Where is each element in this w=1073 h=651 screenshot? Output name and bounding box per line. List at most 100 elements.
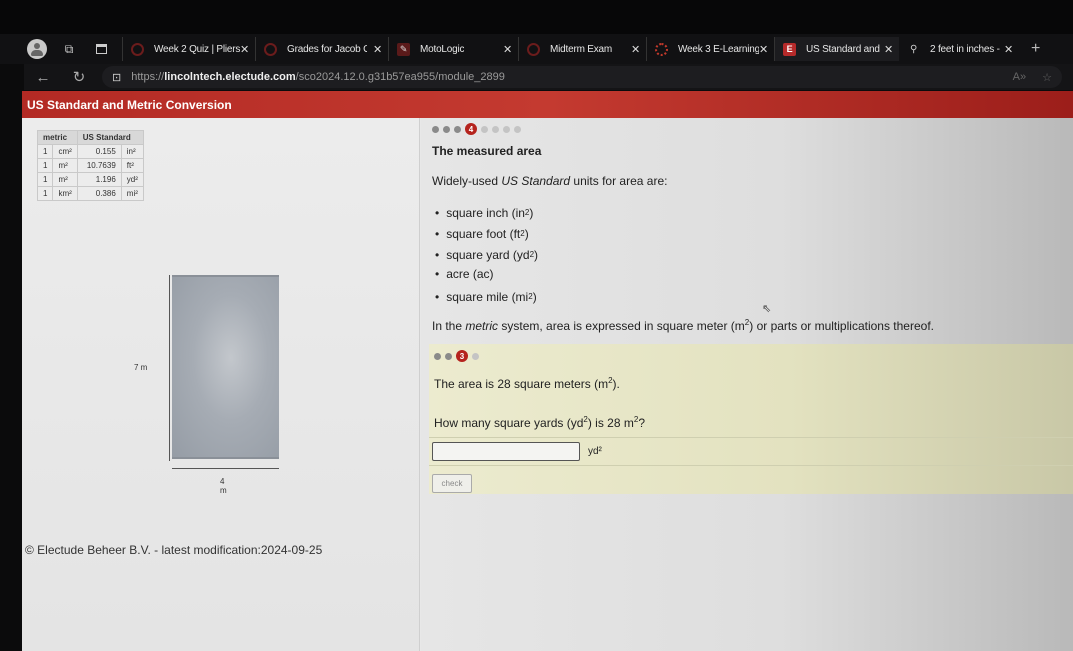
- profile-button[interactable]: [26, 38, 48, 60]
- list-item: square foot (ft2): [435, 223, 1062, 244]
- unit-close: ): [524, 226, 529, 241]
- screen-bezel: [0, 0, 1073, 34]
- tab-motologic[interactable]: ✎ MotoLogic ✕: [388, 37, 518, 61]
- step-progress: 4: [432, 123, 1062, 135]
- workspaces-button[interactable]: ⧉: [58, 38, 80, 60]
- tab-title: Week 2 Quiz | Pliers: [154, 43, 240, 55]
- cell-metric-unit: m²: [52, 158, 78, 173]
- statement-suffix: ).: [612, 377, 620, 391]
- step-dot: [481, 125, 488, 133]
- list-item: square inch (in2): [435, 202, 1062, 223]
- question-progress: 3: [434, 350, 1073, 362]
- cell-metric-unit: cm²: [52, 144, 78, 159]
- read-aloud-icon[interactable]: A»: [1013, 71, 1026, 84]
- ring-icon: [131, 42, 144, 56]
- back-button[interactable]: ←: [32, 69, 54, 86]
- tab-midterm-exam[interactable]: Midterm Exam ✕: [518, 37, 646, 61]
- step-dot: [503, 125, 510, 133]
- table-row: 1 m² 10.7639 ft²: [36, 158, 144, 173]
- table-header-row: metric US Standard: [37, 130, 144, 145]
- answer-row: yd²: [429, 438, 1073, 466]
- unit-name: square yard (yd: [446, 247, 530, 262]
- tab-title: 2 feet in inches - S: [930, 43, 1000, 55]
- workspaces-icon: ⧉: [64, 41, 74, 56]
- cell-qty: 1: [36, 144, 54, 159]
- left-pane: metric US Standard 1 cm² 0.155 in² 1 m² …: [22, 118, 420, 651]
- step-dot: [492, 125, 499, 133]
- tab-week3-elearning[interactable]: Week 3 E-Learning | ✕: [646, 37, 774, 61]
- tab-us-standard[interactable]: E US Standard and M ✕: [774, 37, 899, 61]
- profile-avatar-icon: [27, 39, 47, 59]
- list-item: square mile (mi2): [435, 286, 1062, 307]
- cell-us-unit: ft²: [120, 158, 144, 173]
- close-icon[interactable]: ✕: [759, 43, 768, 56]
- check-button[interactable]: check: [432, 474, 472, 493]
- cell-metric-unit: km²: [52, 186, 78, 201]
- tab-title: Week 3 E-Learning |: [678, 43, 759, 55]
- answer-unit-label: yd²: [588, 446, 602, 457]
- step-dot: [445, 352, 452, 360]
- search-icon: ⚲: [909, 43, 918, 55]
- table-row: 1 km² 0.386 mi²: [36, 186, 144, 201]
- metric-mid: system, area is expressed in square mete…: [498, 319, 745, 333]
- statement-prefix: The area is 28 square meters (m: [434, 377, 609, 391]
- unit-close: ): [534, 247, 539, 262]
- cell-metric-unit: m²: [52, 172, 78, 187]
- close-icon[interactable]: ✕: [631, 43, 640, 56]
- step-dot: [443, 125, 450, 133]
- explanation-section: 4 The measured area Widely-used US Stand…: [432, 123, 1062, 333]
- question-mid: ) is 28 m: [587, 416, 634, 430]
- close-icon[interactable]: ✕: [373, 43, 382, 56]
- width-dimension-line: [172, 468, 279, 469]
- cell-us-unit: mi²: [120, 186, 144, 201]
- tab-title: MotoLogic: [420, 43, 465, 55]
- metric-prefix: In the: [432, 319, 466, 333]
- close-icon[interactable]: ✕: [503, 43, 512, 56]
- lock-icon: ⊡: [112, 71, 122, 84]
- tab-grades[interactable]: Grades for Jacob Gu ✕: [255, 37, 388, 61]
- intro-prefix: Widely-used: [432, 174, 502, 188]
- tab-2-feet-in-inches[interactable]: ⚲ 2 feet in inches - S ✕: [899, 37, 1019, 61]
- intro-suffix: units for area are:: [570, 174, 668, 188]
- tab-title: US Standard and M: [806, 43, 881, 55]
- electude-icon: E: [783, 42, 796, 56]
- url-prefix: https://: [131, 71, 165, 83]
- favorite-star-icon[interactable]: ☆: [1042, 71, 1052, 84]
- unit-close: ): [529, 205, 534, 220]
- mouse-cursor-icon: ⇖: [762, 303, 772, 315]
- unit-close: ): [532, 289, 537, 304]
- step-dot: [472, 352, 479, 360]
- address-bar-row: ← ↻ ⊡ https:// lincolntech.electude.com …: [24, 64, 1073, 90]
- cell-qty: 1: [36, 172, 54, 187]
- answer-input[interactable]: [432, 442, 580, 461]
- table-row: 1 cm² 0.155 in²: [36, 144, 144, 159]
- height-dimension-line: [169, 275, 170, 461]
- reload-button[interactable]: ↻: [68, 68, 90, 86]
- cell-value: 1.196: [76, 172, 122, 187]
- cell-value: 10.7639: [76, 158, 122, 173]
- page-title: US Standard and Metric Conversion: [22, 91, 1073, 118]
- header-metric: metric: [37, 130, 78, 145]
- cell-value: 0.155: [76, 144, 122, 159]
- copyright-footer: © Electude Beheer B.V. - latest modifica…: [25, 543, 323, 557]
- question-section: 3 The area is 28 square meters (m2). How…: [429, 344, 1073, 494]
- close-icon[interactable]: ✕: [1004, 43, 1013, 56]
- step-dot: [434, 352, 441, 360]
- url-path: /sco2024.12.0.g31b57ea955/module_2899: [295, 71, 505, 83]
- unit-name: square mile (mi: [446, 289, 529, 304]
- table-row: 1 m² 1.196 yd²: [36, 172, 144, 187]
- url-input[interactable]: ⊡ https:// lincolntech.electude.com /sco…: [102, 66, 1062, 88]
- new-tab-button[interactable]: +: [1031, 40, 1040, 58]
- height-label: 7 m: [134, 363, 148, 372]
- lesson-page: US Standard and Metric Conversion metric…: [22, 91, 1073, 651]
- list-item: square yard (yd2): [435, 244, 1062, 265]
- cell-value: 0.386: [76, 186, 122, 201]
- step-dot: [454, 125, 461, 133]
- right-pane: 4 The measured area Widely-used US Stand…: [421, 118, 1073, 651]
- tab-actions-button[interactable]: [90, 38, 112, 60]
- close-icon[interactable]: ✕: [884, 43, 893, 56]
- close-icon[interactable]: ✕: [240, 43, 249, 56]
- tab-week2-quiz[interactable]: Week 2 Quiz | Pliers ✕: [122, 37, 255, 61]
- metric-emphasis: metric: [465, 319, 499, 333]
- browser-tab-bar: ⧉ Week 2 Quiz | Pliers ✕ Grades for Jaco…: [0, 34, 1073, 64]
